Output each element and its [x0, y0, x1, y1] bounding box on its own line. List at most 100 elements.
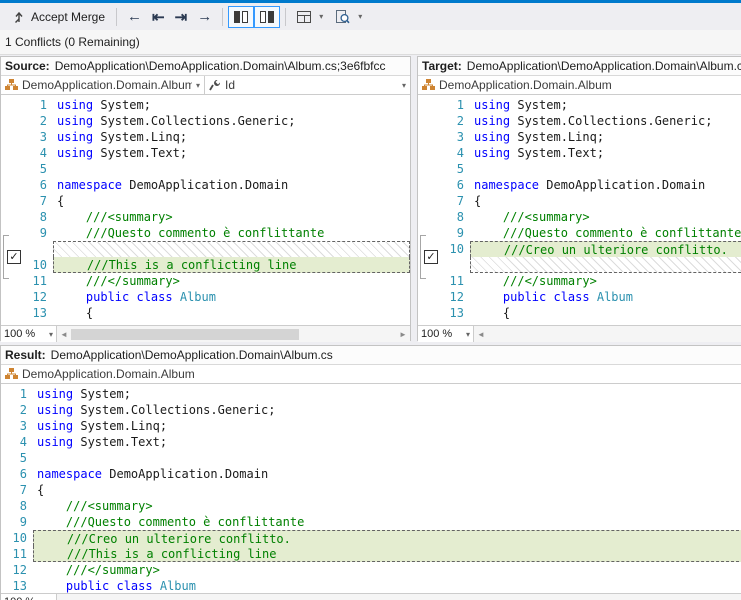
code-line: 7{ — [27, 193, 410, 209]
result-path: DemoApplication\DemoApplication.Domain\A… — [51, 348, 333, 362]
code-line: 10 ///Creo un ulteriore conflitto. — [1, 530, 741, 546]
code-line: 6namespace DemoApplication.Domain — [27, 177, 410, 193]
conflict-checkbox[interactable]: ✓ — [7, 250, 21, 264]
line-number: 7 — [444, 193, 470, 209]
line-number: 4 — [27, 145, 53, 161]
result-pane-header: Result: DemoApplication\DemoApplication.… — [1, 346, 741, 365]
next-difference-button[interactable]: → — [192, 6, 217, 28]
code-text: using System.Linq; — [33, 418, 741, 434]
placeholder-line — [444, 257, 741, 273]
line-number — [444, 257, 470, 273]
line-number: 8 — [444, 209, 470, 225]
layout-grid-icon — [297, 11, 311, 23]
result-horizontal-scrollbar[interactable]: ◄ — [57, 594, 741, 600]
result-type-name: DemoApplication.Domain.Album — [22, 367, 195, 381]
code-line: 1using System; — [444, 97, 741, 113]
source-code-body: 1using System;2using System.Collections.… — [1, 95, 410, 321]
code-text: using System; — [470, 97, 741, 113]
scroll-left-icon[interactable]: ◄ — [474, 330, 488, 339]
first-difference-button[interactable]: ⇤ — [147, 6, 170, 28]
prev-difference-button[interactable]: ← — [122, 6, 147, 28]
scroll-right-icon[interactable]: ► — [396, 330, 410, 339]
target-label: Target: — [422, 59, 462, 73]
conflicts-status-text: 1 Conflicts (0 Remaining) — [5, 35, 140, 49]
code-line: 6namespace DemoApplication.Domain — [444, 177, 741, 193]
source-editor[interactable]: 1using System;2using System.Collections.… — [1, 95, 410, 325]
target-horizontal-scrollbar[interactable]: ◄ — [474, 326, 741, 342]
code-text: using System.Text; — [53, 145, 410, 161]
show-source-pane-toggle[interactable] — [228, 6, 254, 28]
code-text — [470, 161, 741, 177]
source-type-dropdown[interactable]: DemoApplication.Domain.Album ▾ — [1, 76, 205, 94]
result-editor[interactable]: 1using System;2using System.Collections.… — [1, 384, 741, 593]
code-text: using System; — [53, 97, 410, 113]
layout-dropdown-button[interactable]: ▾ — [291, 6, 329, 28]
source-label: Source: — [5, 59, 50, 73]
line-number: 9 — [1, 514, 33, 530]
target-zoom-dropdown[interactable]: 100 % ▾ — [418, 326, 474, 342]
toolbar-separator — [222, 8, 223, 26]
source-horizontal-scrollbar[interactable]: ◄ ► — [57, 326, 410, 342]
line-number: 8 — [1, 498, 33, 514]
code-line: 9 ///Questo commento è conflittante — [444, 225, 741, 241]
code-text: namespace DemoApplication.Domain — [470, 177, 741, 193]
last-difference-button[interactable]: ⇥ — [170, 6, 193, 28]
code-line: 12 ///</summary> — [1, 562, 741, 578]
code-text: namespace DemoApplication.Domain — [33, 466, 741, 482]
code-line: 3using System.Linq; — [444, 129, 741, 145]
code-line: 11 ///This is a conflicting line — [1, 546, 741, 562]
chevron-down-icon: ▾ — [49, 330, 53, 339]
result-navigation-bar: DemoApplication.Domain.Album — [1, 365, 741, 384]
arrow-right-to-bar-icon: ⇥ — [175, 8, 188, 26]
class-icon — [422, 79, 435, 91]
toolbar-separator — [116, 8, 117, 26]
code-line: 13 { — [27, 305, 410, 321]
scroll-left-icon[interactable]: ◄ — [57, 330, 71, 339]
code-line: 7{ — [1, 482, 741, 498]
source-navigation-bar: DemoApplication.Domain.Album ▾ Id ▾ — [1, 76, 410, 95]
code-line: 12 public class Album — [444, 289, 741, 305]
source-member-name: Id — [225, 78, 235, 92]
line-number: 12 — [1, 562, 33, 578]
code-line: 4using System.Text; — [1, 434, 741, 450]
preview-dropdown-button[interactable]: ▾ — [329, 6, 368, 28]
code-line: 6namespace DemoApplication.Domain — [1, 466, 741, 482]
code-text: ///Questo commento è conflittante — [33, 514, 741, 530]
result-pane: Result: DemoApplication\DemoApplication.… — [0, 345, 741, 600]
code-line: 13 public class Album — [1, 578, 741, 593]
target-scroll-track[interactable] — [488, 329, 741, 340]
target-editor[interactable]: 1using System;2using System.Collections.… — [418, 95, 741, 325]
source-member-dropdown[interactable]: Id ▾ — [205, 76, 410, 94]
code-text: { — [53, 193, 410, 209]
code-text: ///Creo un ulteriore conflitto. — [33, 530, 741, 546]
result-scroll-track[interactable] — [71, 597, 741, 600]
code-text: ///</summary> — [470, 273, 741, 289]
code-text: using System.Linq; — [470, 129, 741, 145]
show-target-pane-toggle[interactable] — [254, 6, 280, 28]
target-type-dropdown[interactable]: DemoApplication.Domain.Album — [418, 76, 741, 94]
code-line: 3using System.Linq; — [27, 129, 410, 145]
code-line: 5 — [27, 161, 410, 177]
code-line: 12 public class Album — [27, 289, 410, 305]
source-scroll-track[interactable] — [71, 329, 396, 340]
code-line: 4using System.Text; — [444, 145, 741, 161]
code-text: using System; — [33, 386, 741, 402]
line-number: 5 — [444, 161, 470, 177]
code-line: 5 — [444, 161, 741, 177]
result-type-dropdown[interactable]: DemoApplication.Domain.Album — [1, 365, 741, 383]
code-text: ///<summary> — [33, 498, 741, 514]
target-pane-header: Target: DemoApplication\DemoApplication.… — [418, 57, 741, 76]
source-zoom-dropdown[interactable]: 100 % ▾ — [1, 326, 57, 342]
accept-merge-label: Accept Merge — [31, 10, 105, 24]
code-text: using System.Text; — [33, 434, 741, 450]
code-text: public class Album — [33, 578, 741, 593]
line-number: 2 — [1, 402, 33, 418]
code-text: ///<summary> — [53, 209, 410, 225]
source-scroll-thumb[interactable] — [71, 329, 299, 340]
conflict-checkbox[interactable]: ✓ — [424, 250, 438, 264]
chevron-down-icon: ▾ — [402, 81, 406, 90]
result-zoom-dropdown[interactable]: 100 % ▾ — [1, 594, 57, 600]
code-text: ///Questo commento è conflittante — [53, 225, 410, 241]
chevron-down-icon: ▾ — [196, 81, 200, 90]
accept-merge-button[interactable]: Accept Merge — [6, 6, 111, 28]
